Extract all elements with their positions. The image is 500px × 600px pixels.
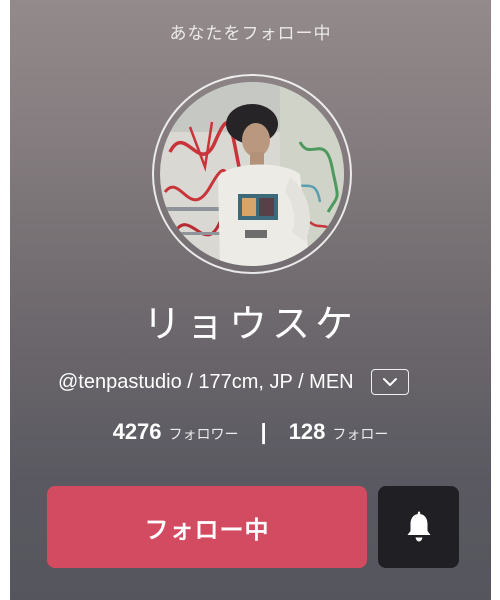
stats-row: 4276 フォロワー | 128 フォロー [10, 419, 491, 449]
chevron-down-icon [382, 378, 397, 386]
screen: あなたをフォロー中 リョウスケ @tenpastudio / 177cm, JP… [0, 0, 500, 600]
notification-button[interactable] [378, 486, 459, 568]
bell-icon [407, 511, 430, 542]
following-button-label: フォロー中 [144, 515, 270, 544]
avatar-ring[interactable] [152, 74, 352, 274]
avatar [160, 82, 344, 266]
follows-you-label: あなたをフォロー中 [169, 24, 332, 44]
followers-count[interactable]: 4276 [113, 419, 162, 445]
expand-profile-button[interactable] [370, 369, 409, 395]
profile-meta-row: @tenpastudio / 177cm, JP / MEN [58, 367, 409, 397]
following-count[interactable]: 128 [289, 419, 326, 445]
following-label[interactable]: フォロー [332, 424, 388, 444]
profile-card: あなたをフォロー中 リョウスケ @tenpastudio / 177cm, JP… [10, 0, 491, 600]
profile-meta-text: @tenpastudio / 177cm, JP / MEN [58, 370, 354, 393]
followers-label[interactable]: フォロワー [169, 424, 239, 444]
display-name: リョウスケ [142, 302, 358, 346]
following-button[interactable]: フォロー中 [47, 486, 367, 568]
avatar-photo [160, 82, 344, 266]
stats-separator: | [260, 419, 267, 444]
